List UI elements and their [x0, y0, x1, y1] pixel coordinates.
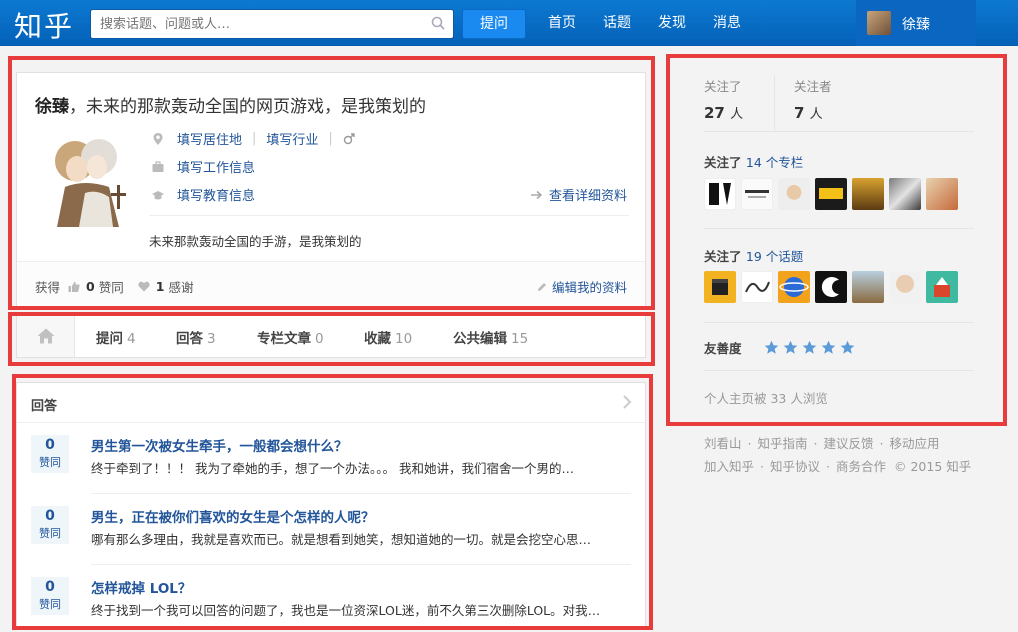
footer-link[interactable]: 移动应用 — [890, 436, 940, 451]
user-avatar[interactable] — [867, 11, 891, 35]
search-input[interactable] — [91, 10, 421, 38]
footer-link[interactable]: 刘看山 — [704, 436, 742, 451]
footer-link[interactable]: 知乎协议 — [770, 459, 820, 474]
search-box[interactable] — [90, 9, 454, 39]
ask-question-button[interactable]: 提问 — [462, 9, 526, 39]
footer-link[interactable]: 加入知乎 — [704, 459, 754, 474]
user-name[interactable]: 徐臻 — [902, 14, 930, 34]
search-icon[interactable] — [431, 16, 445, 30]
nav-explore[interactable]: 发现 — [658, 0, 686, 46]
nav-messages[interactable]: 消息 — [713, 0, 741, 46]
footer-link[interactable]: 建议反馈 — [824, 436, 874, 451]
site-footer: 刘看山 · 知乎指南 · 建议反馈 · 移动应用 加入知乎 · 知乎协议 · 商务合作 © 2015… — [704, 436, 972, 474]
zhihu-logo[interactable]: 知乎 — [14, 5, 74, 45]
annotation-box — [12, 374, 653, 630]
copyright: © 2015 知乎 — [894, 459, 972, 474]
nav-home[interactable]: 首页 — [548, 0, 576, 46]
annotation-box — [666, 54, 1007, 426]
user-menu[interactable]: 徐臻 — [856, 0, 976, 46]
nav-topics[interactable]: 话题 — [603, 0, 631, 46]
footer-link[interactable]: 知乎指南 — [758, 436, 808, 451]
main-nav: 首页 话题 发现 消息 — [548, 0, 768, 46]
annotation-box — [8, 56, 655, 310]
annotation-box — [8, 312, 655, 366]
footer-link[interactable]: 商务合作 — [836, 459, 886, 474]
top-navbar: 知乎 提问 首页 话题 发现 消息 徐臻 — [0, 0, 1018, 46]
